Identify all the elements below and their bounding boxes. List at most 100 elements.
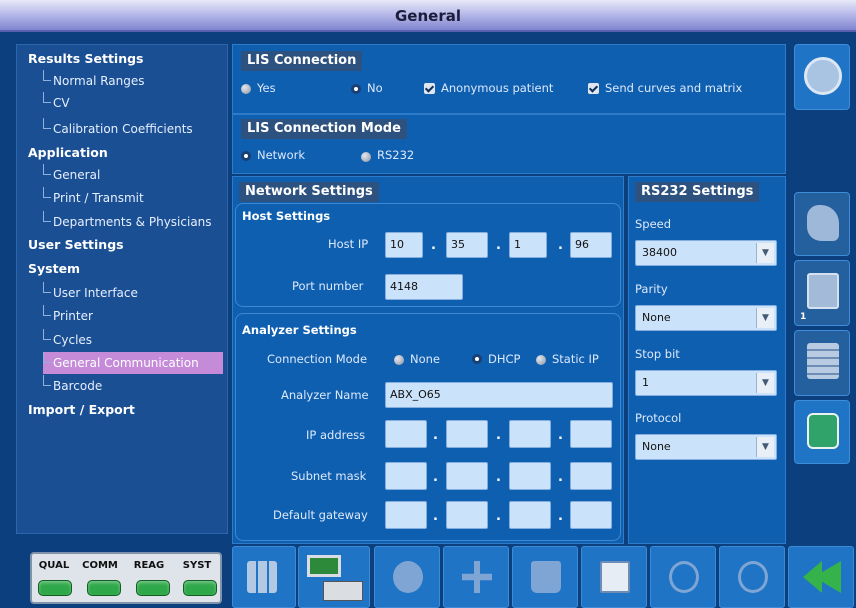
mode-none-radio[interactable] [394,355,404,365]
nav-section-system[interactable]: System [28,258,238,280]
qual-led [38,580,72,596]
page-number: 1 [800,312,807,322]
anonymous-patient-checkbox[interactable] [424,83,435,94]
network-settings-title: Network Settings [239,182,379,202]
stop-bit-select[interactable]: 1 ▼ [635,370,777,396]
nav-section-results-settings[interactable]: Results Settings [28,48,238,70]
nav-item-label: User Interface [53,286,138,300]
edit-document-icon [600,561,630,593]
chevron-down-icon: ▼ [756,308,774,328]
nav-section-application[interactable]: Application [28,142,238,164]
rs232-radio[interactable] [361,152,371,162]
help-button[interactable] [794,400,850,464]
nav-section-import-export[interactable]: Import / Export [28,399,238,421]
status-label-syst: SYST [182,560,212,571]
port-number-input[interactable]: 4148 [385,274,463,300]
nav-item-cv[interactable]: CV [43,92,223,114]
ip-octet-2[interactable] [446,420,488,448]
subnet-octet-2[interactable] [446,462,488,490]
keypad-button[interactable] [232,546,296,608]
chevron-down-icon: ▼ [756,437,774,457]
archives-button[interactable] [794,330,850,396]
back-button[interactable] [788,546,854,608]
rs232-settings-title: RS232 Settings [635,182,760,202]
nav-item-print-transmit[interactable]: Print / Transmit [43,187,223,209]
speed-select[interactable]: 38400 ▼ [635,240,777,266]
nav-item-label: General Communication [53,356,199,370]
nav-item-barcode[interactable]: Barcode [43,375,223,397]
lis-no-label: No [367,81,383,95]
nav-item-label: CV [53,96,70,110]
gateway-octet-1[interactable] [385,501,427,529]
settings-nav: Results Settings Normal Ranges CV Calibr… [16,44,228,534]
status-label-qual: QUAL [38,560,70,571]
search-button[interactable] [374,546,440,608]
ip-octet-3[interactable] [509,420,551,448]
stop-button[interactable] [794,44,850,110]
host-settings-group: Host Settings Host IP 10 . 35 . 1 . 96 P… [235,203,621,307]
anonymous-patient-label: Anonymous patient [441,81,554,95]
ip-separator: . [496,470,501,485]
host-ip-octet-2[interactable]: 35 [446,232,488,258]
nav-item-label: Printer [53,309,93,323]
printer-icon [323,581,363,601]
send-curves-checkbox[interactable] [588,83,599,94]
default-gateway-label: Default gateway [273,508,368,522]
nav-item-calibration-coefficients[interactable]: Calibration Coefficients [43,118,223,140]
gateway-octet-3[interactable] [509,501,551,529]
nav-item-printer[interactable]: Printer [43,305,223,327]
gateway-octet-4[interactable] [570,501,612,529]
parity-label: Parity [635,282,668,296]
nav-item-normal-ranges[interactable]: Normal Ranges [43,70,223,92]
host-ip-octet-1[interactable]: 10 [385,232,423,258]
nav-item-label: Cycles [53,333,93,347]
nav-item-general-communication[interactable]: General Communication [43,352,223,374]
monitor-icon [307,555,341,577]
mode-static-radio[interactable] [536,355,546,365]
lis-yes-radio[interactable] [241,84,251,94]
nav-item-user-interface[interactable]: User Interface [43,282,223,304]
host-ip-octet-4[interactable]: 96 [570,232,612,258]
connection-mode-label: Connection Mode [267,352,368,366]
gateway-octet-2[interactable] [446,501,488,529]
cabinet-icon [807,343,839,379]
delete-button[interactable] [512,546,578,608]
subnet-octet-4[interactable] [570,462,612,490]
help-icon [807,413,839,449]
edit-button[interactable] [581,546,647,608]
protocol-select[interactable]: None ▼ [635,434,777,460]
network-radio[interactable] [241,151,251,161]
host-ip-octet-3[interactable]: 1 [509,232,547,258]
add-button[interactable] [443,546,509,608]
chevron-down-icon: ▼ [756,243,774,263]
stop-bit-value: 1 [642,376,649,389]
status-label-reag: REAG [133,560,165,571]
nav-item-label: Normal Ranges [53,74,145,88]
subnet-octet-1[interactable] [385,462,427,490]
ip-separator: . [433,470,438,485]
nav-item-departments-physicians[interactable]: Departments & Physicians [43,211,223,233]
nav-item-label: Print / Transmit [53,191,144,205]
host-ip-label: Host IP [328,237,369,251]
parity-select[interactable]: None ▼ [635,305,777,331]
validate-button[interactable] [650,546,716,608]
nav-item-general[interactable]: General [43,164,223,186]
communication-button[interactable] [298,546,370,608]
ip-octet-4[interactable] [570,420,612,448]
cancel-button[interactable] [719,546,785,608]
nav-section-user-settings[interactable]: User Settings [28,234,238,256]
trash-icon [531,561,561,593]
syst-led [183,580,217,596]
mode-dhcp-radio[interactable] [472,354,482,364]
analyzer-settings-title: Analyzer Settings [242,323,357,337]
maintenance-button[interactable] [794,192,850,256]
ip-separator: . [558,428,563,443]
analyzer-name-input[interactable]: ABX_O65 [385,382,613,408]
analyzer-name-label: Analyzer Name [281,388,369,402]
subnet-octet-3[interactable] [509,462,551,490]
lis-no-radio[interactable] [351,84,361,94]
nav-item-cycles[interactable]: Cycles [43,329,223,351]
checkmark-icon [669,561,699,593]
ip-octet-1[interactable] [385,420,427,448]
protocol-label: Protocol [635,411,682,425]
